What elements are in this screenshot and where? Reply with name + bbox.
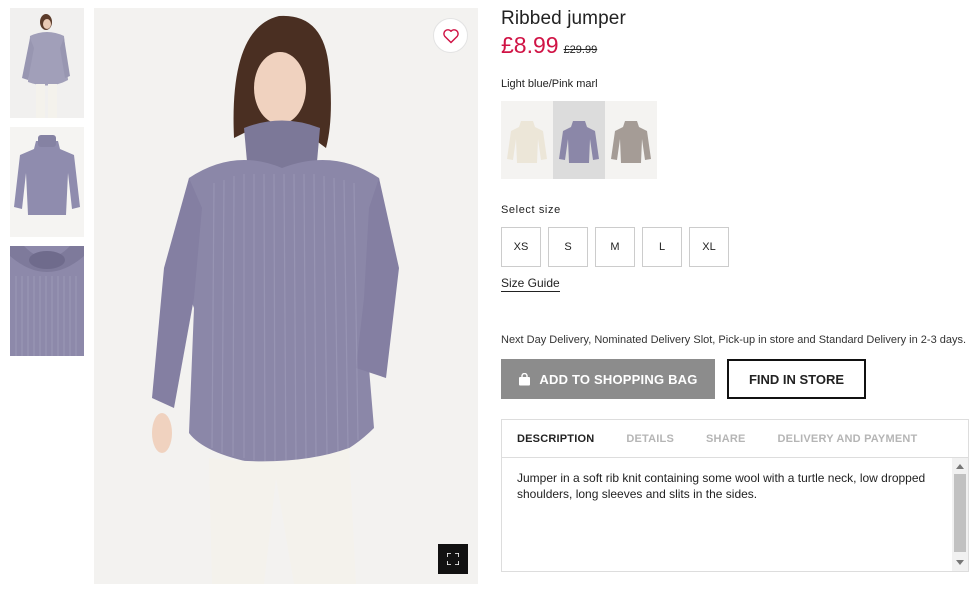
product-photo	[94, 8, 478, 584]
favourite-button[interactable]	[433, 18, 468, 53]
tab-description[interactable]: DESCRIPTION	[517, 433, 594, 445]
delivery-note: Next Day Delivery, Nominated Delivery Sl…	[501, 334, 967, 346]
swatch-cream[interactable]	[501, 101, 553, 179]
thumbnail-image	[10, 8, 84, 118]
swatch-image	[507, 121, 547, 163]
shopping-bag-icon	[518, 372, 531, 386]
tab-share[interactable]: SHARE	[706, 433, 746, 445]
action-buttons: ADD TO SHOPPING BAG FIND IN STORE	[501, 359, 971, 399]
size-guide-link[interactable]: Size Guide	[501, 276, 560, 292]
thumbnail-detail[interactable]	[10, 246, 84, 356]
find-in-store-button[interactable]: FIND IN STORE	[727, 359, 866, 399]
color-swatches	[501, 101, 971, 179]
add-to-bag-label: ADD TO SHOPPING BAG	[539, 371, 698, 387]
size-options: XS S M L XL	[501, 227, 971, 267]
tab-delivery-and-payment[interactable]: DELIVERY AND PAYMENT	[778, 433, 918, 445]
description-text: Jumper in a soft rib knit containing som…	[517, 471, 926, 501]
fullscreen-button[interactable]	[438, 544, 468, 574]
heart-icon	[442, 28, 459, 43]
current-price: £8.99	[501, 32, 559, 58]
product-title: Ribbed jumper	[501, 8, 626, 29]
scroll-up-arrow-icon[interactable]	[956, 464, 964, 469]
swatch-image	[559, 121, 599, 163]
thumbnail-image	[10, 246, 84, 356]
tab-details[interactable]: DETAILS	[626, 433, 674, 445]
size-s-button[interactable]: S	[548, 227, 588, 267]
tab-bar: DESCRIPTION DETAILS SHARE DELIVERY AND P…	[502, 420, 968, 458]
thumbnail-image	[10, 127, 84, 237]
description-scrollbar[interactable]	[952, 458, 968, 571]
size-xs-button[interactable]: XS	[501, 227, 541, 267]
price-row: £8.99 £29.99	[501, 32, 971, 59]
add-to-bag-button[interactable]: ADD TO SHOPPING BAG	[501, 359, 715, 399]
swatch-light-blue-pink-marl[interactable]	[553, 101, 605, 179]
main-product-image[interactable]	[94, 8, 478, 584]
thumbnail-flat-lay[interactable]	[10, 127, 84, 237]
fullscreen-icon	[447, 553, 459, 565]
thumbnail-model-full[interactable]	[10, 8, 84, 118]
swatch-image	[611, 121, 651, 163]
swatch-grey-marl[interactable]	[605, 101, 657, 179]
size-m-button[interactable]: M	[595, 227, 635, 267]
scroll-down-arrow-icon[interactable]	[956, 560, 964, 565]
old-price: £29.99	[563, 44, 598, 56]
select-size-title: Select size	[501, 204, 561, 216]
color-label: Light blue/Pink marl	[501, 78, 598, 90]
product-info-tabs: DESCRIPTION DETAILS SHARE DELIVERY AND P…	[501, 419, 969, 572]
size-l-button[interactable]: L	[642, 227, 682, 267]
product-details: Ribbed jumper £8.99 £29.99 Light blue/Pi…	[501, 8, 971, 572]
thumbnail-list	[10, 8, 84, 365]
scrollbar-thumb[interactable]	[954, 474, 966, 552]
size-xl-button[interactable]: XL	[689, 227, 729, 267]
